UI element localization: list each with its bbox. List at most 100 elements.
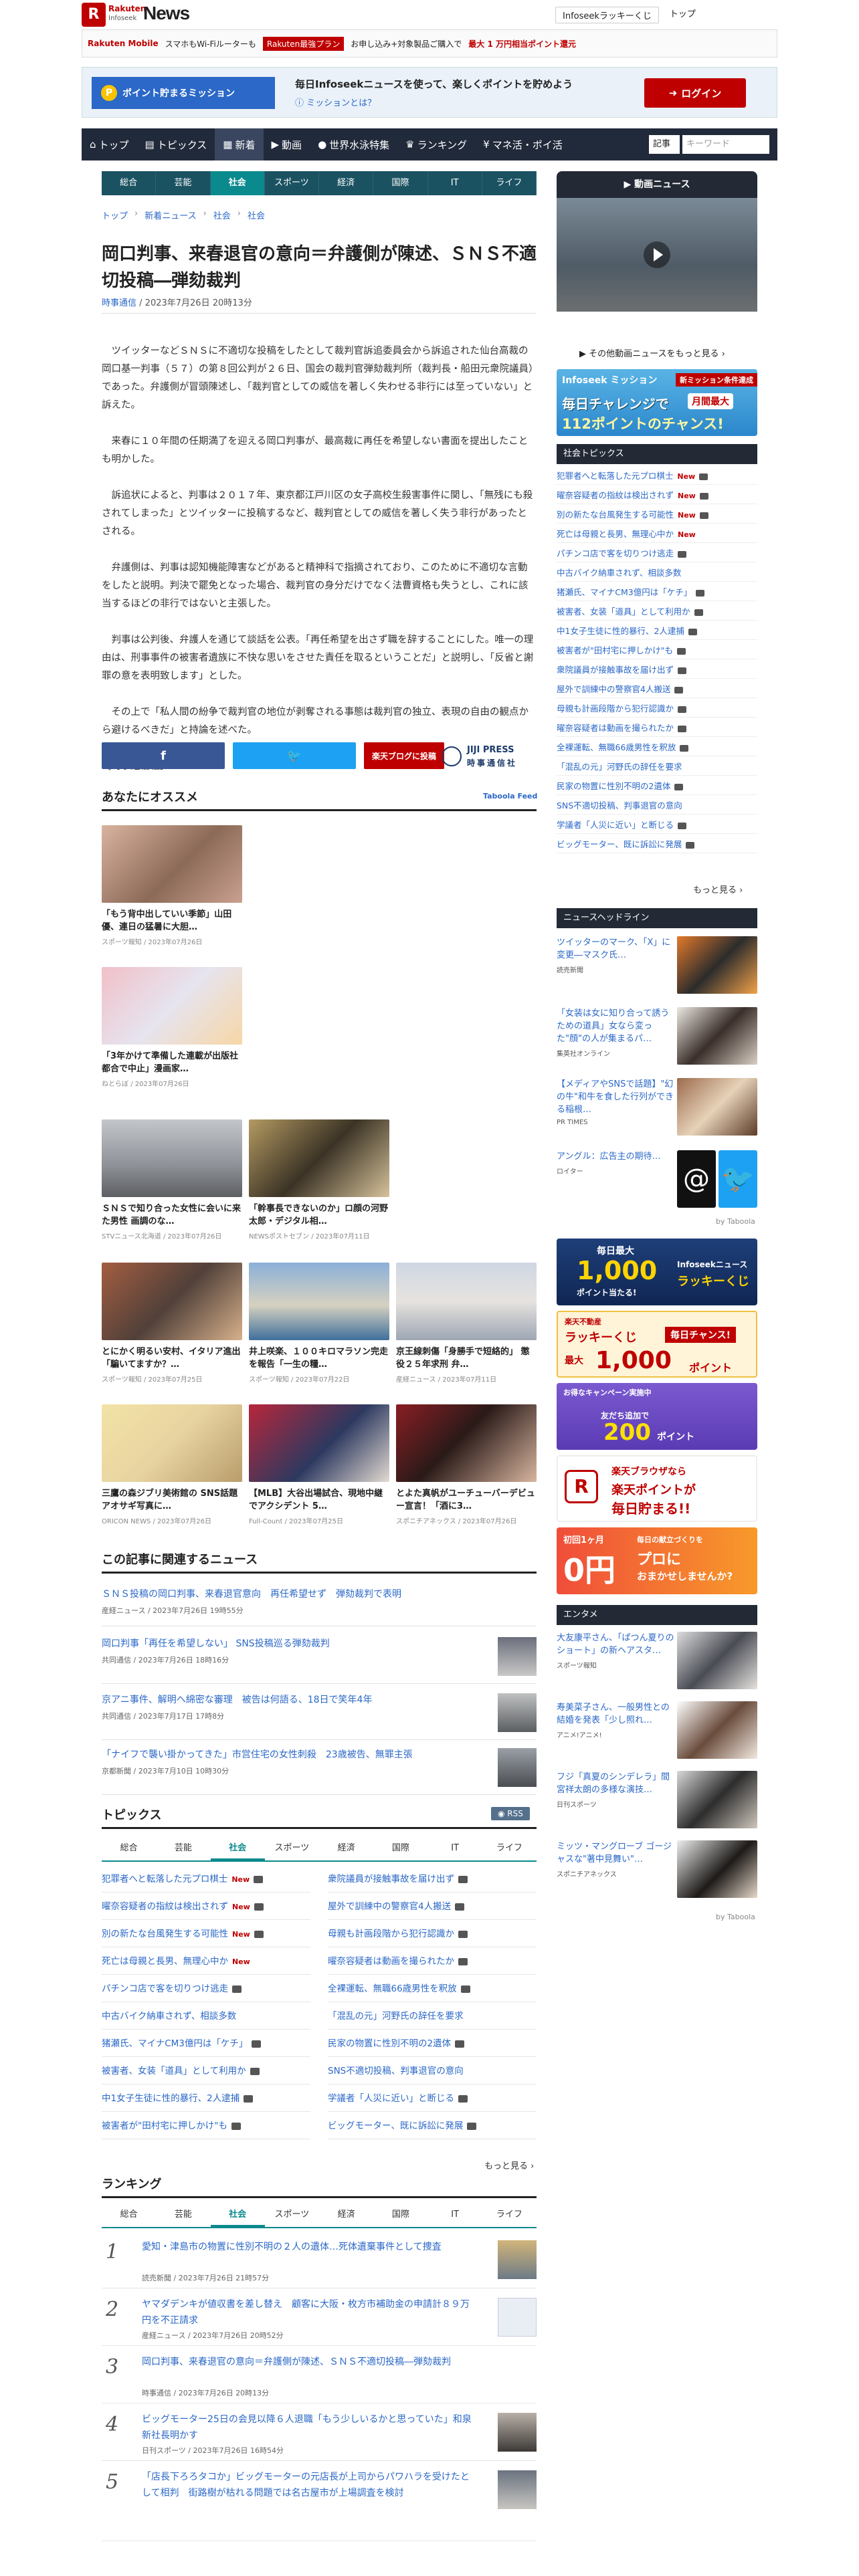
recommend-card[interactable]: 「幹事長できないのか」ロ顔の河野太郎・デジタル相… NEWSポストセブン / 2… [249, 1119, 389, 1241]
tab-sports[interactable]: スポーツ [265, 2202, 319, 2227]
search-input[interactable]: キーワード [682, 135, 769, 154]
recommend-card[interactable]: 三鷹の森ジブリ美術館の SNS話題 アオサギ写真に… ORICON NEWS /… [102, 1404, 242, 1525]
video-player[interactable] [557, 198, 757, 312]
nav-swim[interactable]: ● 世界水泳特集 [310, 128, 397, 160]
topic-item[interactable]: パチンコ店で客を切りつけ逃走 [102, 1975, 310, 2002]
recommend-card[interactable]: 【MLB】大谷出場試合、現地中継でアクシデント 5… Full-Count / … [249, 1404, 389, 1525]
search-category-select[interactable]: 記事 [649, 135, 680, 154]
top-ad-banner[interactable]: Rakuten Mobile スマホもWi-Fiルーターも Rakuten最強プ… [82, 29, 777, 58]
topic-item[interactable]: 被害者が"田村宅に押しかけ"も [102, 2113, 310, 2139]
facebook-share-button[interactable]: f [102, 742, 225, 769]
society-topic-item[interactable]: 屋外で訓練中の警察官4人搬送 [557, 680, 757, 698]
crumb-society[interactable]: 社会 [213, 209, 231, 221]
video-more-link[interactable]: ▶ その他動画ニュースをもっと見る › [579, 346, 725, 359]
society-topic-item[interactable]: 中1女子生徒に性的暴行、2人逮捕 [557, 622, 757, 640]
society-topic-item[interactable]: 全裸運転、無職66歳男性を釈放 [557, 738, 757, 756]
cat-life[interactable]: ライフ [482, 171, 537, 195]
taboola-label-2[interactable]: by Taboola [716, 1913, 755, 1921]
taboola-feed-label[interactable]: Taboola Feed [483, 792, 537, 800]
sidebar-more-link[interactable]: もっと見る › [693, 883, 743, 895]
recommend-card[interactable]: 京王線刺傷「身勝手で短絡的」 懲役２５年求刑 弁… 産経ニュース / 2023年… [396, 1263, 537, 1384]
topic-item[interactable]: 衆院議員が接触事故を届け出ず [328, 1866, 537, 1893]
society-topic-item[interactable]: 「混乱の元」河野氏の辞任を要求 [557, 758, 757, 776]
browser-banner[interactable]: R 楽天ブラウザなら 楽天ポイントが 毎日貯まる!! [557, 1455, 757, 1522]
society-topic-item[interactable]: 曜奈容疑者は動画を撮られたか [557, 719, 757, 737]
headline-item[interactable]: アングル：広告主の期待… ロイター @ 🐦 [557, 1150, 757, 1214]
topic-item[interactable]: 学議者「人災に近い」と断じる [328, 2085, 537, 2112]
topic-item[interactable]: 被害者、女装「道具」として利用か [102, 2058, 310, 2084]
crumb-new[interactable]: 新着ニュース [145, 209, 196, 221]
tab-general[interactable]: 総合 [102, 1835, 156, 1860]
topic-item[interactable]: 民家の物置に性別不明の2遺体 [328, 2030, 537, 2057]
lucky-kuji-link[interactable]: Infoseekラッキーくじ [555, 7, 659, 23]
nav-new[interactable]: ▦ 新着 [215, 128, 264, 160]
recommend-card[interactable]: とにかく明るい安村、イタリア進出「騙いてますか？… スポーツ報知 / 2023年… [102, 1263, 242, 1384]
cat-economy[interactable]: 経済 [319, 171, 374, 195]
taboola-label[interactable]: by Taboola [716, 1217, 755, 1226]
society-topic-item[interactable]: ビッグモーター、既に訴訟に発展 [557, 835, 757, 853]
twitter-share-button[interactable]: 🐦 [233, 742, 356, 769]
entertainment-item[interactable]: ミッツ・マングローブ ゴージャスな"著中見舞い"… スポニチアネックス [557, 1840, 757, 1905]
top-link[interactable]: トップ [670, 7, 696, 23]
topic-item[interactable]: 「混乱の元」河野氏の辞任を要求 [328, 2003, 537, 2030]
society-topic-item[interactable]: 衆院議員が接触事故を届け出ず [557, 661, 757, 679]
society-topic-item[interactable]: 被害者が"田村宅に押しかけ"も [557, 641, 757, 659]
society-topic-item[interactable]: 被害者、女装「道具」として利用か [557, 603, 757, 621]
mission-banner[interactable]: Infoseek ミッション 新ミッション条件達成 毎日チャレンジで 月間最大 … [557, 369, 757, 436]
society-topic-item[interactable]: 母親も計画段階から犯行認識か [557, 700, 757, 718]
rakuten-blog-button[interactable]: 楽天ブログに投稿 [364, 742, 444, 769]
topic-item[interactable]: 中1女子生徒に性的暴行、2人逮捕 [102, 2085, 310, 2112]
topic-item[interactable]: 中古バイク納車されず、相談多数 [102, 2003, 310, 2030]
recommend-card[interactable]: 「もう背中出していい季節」山田優、連日の猛暑に大胆… スポーツ報知 / 2023… [102, 825, 242, 946]
topic-item[interactable]: 犯罪者へと転落した元プロ棋士 New [102, 1866, 310, 1893]
cat-international[interactable]: 国際 [373, 171, 428, 195]
recommend-card[interactable]: ＳＮＳで知り合った女性に会いに来た男性 画調のな… STVニュース北海道 / 2… [102, 1119, 242, 1241]
recommend-card[interactable]: 「3年かけて準備した連載が出版社都合で中止」漫画家… ねとらぼ / 2023年0… [102, 967, 242, 1088]
tab-general[interactable]: 総合 [102, 2202, 156, 2227]
topic-item[interactable]: 曜奈容疑者は動画を撮られたか [328, 1948, 537, 1975]
tab-society[interactable]: 社会 [210, 1835, 265, 1860]
recommend-card[interactable]: とよた真帆がユーチューバーデビュー宣言！「酒に3… スポニチアネックス / 20… [396, 1404, 537, 1525]
play-button-icon[interactable] [644, 241, 670, 268]
cat-society[interactable]: 社会 [210, 171, 265, 195]
cat-entertainment[interactable]: 芸能 [156, 171, 211, 195]
headline-item[interactable]: ツイッターのマーク、「X」に変更―マスク氏… 読売新聞 [557, 936, 757, 1000]
crumb-society-sub[interactable]: 社会 [248, 209, 265, 221]
topics-more-link[interactable]: もっと見る › [484, 2159, 534, 2171]
society-topic-item[interactable]: 死亡は母親と長男、無理心中か New [557, 525, 757, 543]
tab-sports[interactable]: スポーツ [265, 1835, 319, 1860]
cat-it[interactable]: IT [428, 171, 482, 195]
viber-banner[interactable]: お得なキャンペーン実施中 友だち追加で 200 ポイント [557, 1383, 757, 1450]
society-topic-item[interactable]: パチンコ店で客を切りつけ逃走 [557, 544, 757, 562]
ranking-item[interactable]: 2 ヤマダデンキが値収書を差し替え 顧客に大阪・枚方市補助金の申請計８９万円を不… [102, 2288, 537, 2346]
cat-general[interactable]: 総合 [102, 171, 157, 195]
topic-item[interactable]: SNS不適切投稿、判事退官の意向 [328, 2058, 537, 2084]
nav-ranking[interactable]: ♛ ランキング [397, 128, 475, 160]
tab-life[interactable]: ライフ [482, 1835, 537, 1860]
ranking-item[interactable]: 5 「店長下ろろタコか」ビッグモーターの元店長が上司からパワハラを受けたとして相… [102, 2461, 537, 2541]
topic-item[interactable]: 曜奈容疑者の指紋は検出されず New [102, 1893, 310, 1920]
topic-item[interactable]: 猪瀬氏、マイナCM3億円は「ケチ」 [102, 2030, 310, 2057]
mission-about-link[interactable]: ⓘ ミッションとは？ [295, 96, 376, 108]
article-source[interactable]: 時事通信 [102, 298, 136, 308]
tab-economy[interactable]: 経済 [319, 1835, 373, 1860]
recommend-card[interactable]: 井上咲楽、１００キロマラソン完走を報告「一生の糧… スポーツ報知 / 2023年… [249, 1263, 389, 1384]
related-item[interactable]: 京アニ事件、解明へ綿密な審理 被告は何語る、18日で笑年4年 共同通信 / 20… [102, 1693, 537, 1740]
society-topic-item[interactable]: 学議者「人災に近い」と断じる [557, 816, 757, 834]
nav-top[interactable]: ⌂ トップ [82, 128, 137, 160]
society-topic-item[interactable]: 曜奈容疑者の指紋は検出されず New [557, 486, 757, 504]
entertainment-item[interactable]: フジ「真夏のシンデレラ」間宮祥太朗の多様な演技… 日刊スポーツ [557, 1771, 757, 1835]
crumb-top[interactable]: トップ [102, 209, 128, 221]
nav-topics[interactable]: ▤ トピックス [137, 128, 215, 160]
tab-entertainment[interactable]: 芸能 [156, 2202, 210, 2227]
tab-it[interactable]: IT [428, 2202, 482, 2227]
login-button[interactable]: ➜ ログイン [644, 78, 746, 108]
topic-item[interactable]: ビッグモーター、既に訴訟に発展 [328, 2113, 537, 2139]
society-topic-item[interactable]: SNS不適切投稿、判事退官の意向 [557, 796, 757, 815]
entertainment-item[interactable]: 寿美菜子さん、一般男性との結婚を発表「少し照れ… アニメ!アニメ! [557, 1701, 757, 1765]
ranking-item[interactable]: 4 ビッグモーター25日の会見以降６人退職「もう少しいるかと思っていた」和泉新社… [102, 2403, 537, 2461]
tab-international[interactable]: 国際 [373, 1835, 427, 1860]
society-topic-item[interactable]: 猪瀬氏、マイナCM3億円は「ケチ」 [557, 583, 757, 601]
lucky-kuji-banner[interactable]: 毎日最大 1,000 ポイント当たる! Infoseekニュース ラッキーくじ [557, 1239, 757, 1305]
related-item[interactable]: 岡口判事「再任を希望しない」 SNS投稿巡る弾劾裁判 共同通信 / 2023年7… [102, 1637, 537, 1684]
